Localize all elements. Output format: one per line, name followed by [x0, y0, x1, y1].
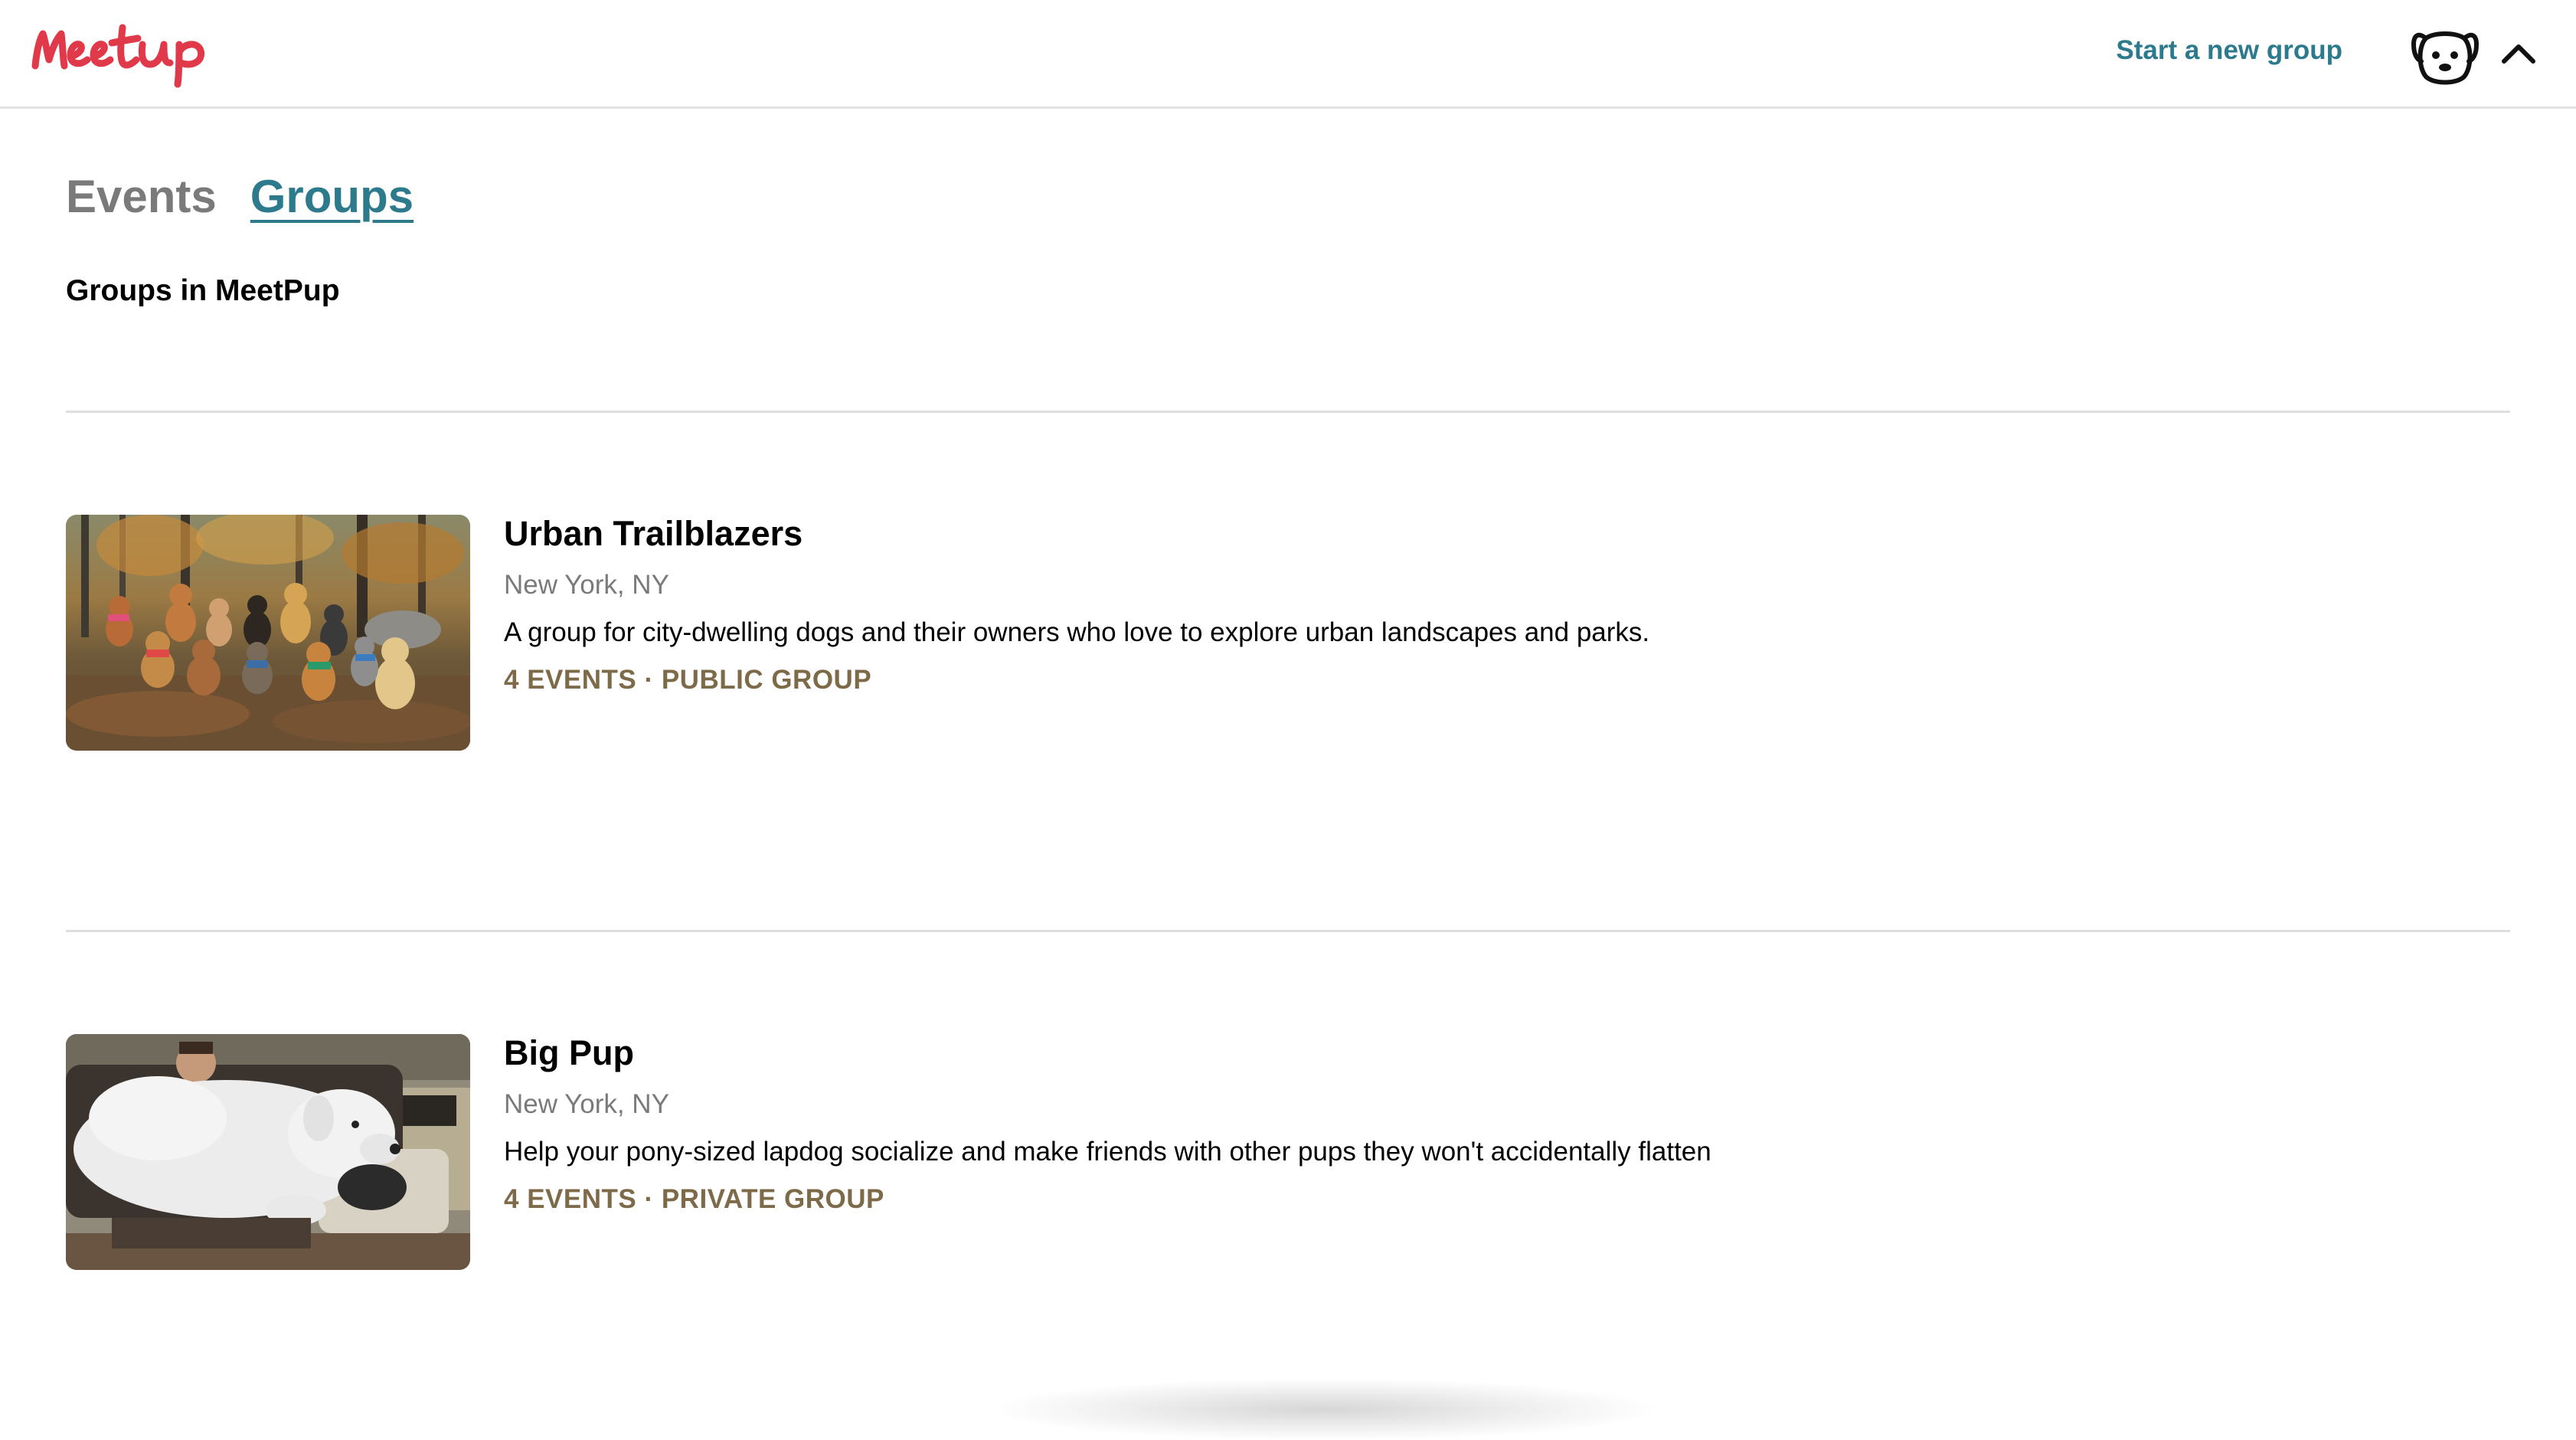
group-name[interactable]: Urban Trailblazers [504, 516, 803, 551]
dog-face-icon[interactable] [2411, 21, 2480, 87]
chevron-up-icon[interactable] [2499, 40, 2538, 67]
view-tabs: Events Groups [66, 172, 414, 222]
group-meta: 4 EVENTS · PRIVATE GROUP [504, 1184, 884, 1214]
top-nav-bar: Start a new group [0, 0, 2576, 109]
tab-events[interactable]: Events [66, 172, 217, 222]
group-description: Help your pony-sized lapdog socialize an… [504, 1137, 1711, 1167]
divider [66, 930, 2510, 932]
group-card[interactable]: Big Pup New York, NY Help your pony-size… [66, 1034, 2510, 1271]
group-location: New York, NY [504, 1089, 669, 1119]
large-white-dog-on-lap-photo-icon [66, 1034, 470, 1270]
group-name[interactable]: Big Pup [504, 1036, 634, 1070]
group-card[interactable]: Urban Trailblazers New York, NY A group … [66, 515, 2510, 752]
section-heading: Groups in MeetPup [66, 274, 340, 307]
divider [66, 411, 2510, 413]
group-image [66, 515, 470, 751]
group-meta: 4 EVENTS · PUBLIC GROUP [504, 665, 872, 695]
pack-of-dogs-in-forest-photo-icon [66, 515, 470, 751]
group-description: A group for city-dwelling dogs and their… [504, 617, 1650, 647]
group-location: New York, NY [504, 570, 669, 600]
tab-groups[interactable]: Groups [250, 172, 414, 222]
meetup-logo[interactable] [29, 12, 224, 89]
group-image [66, 1034, 470, 1270]
bottom-shadow [995, 1379, 1654, 1440]
start-new-group-link[interactable]: Start a new group [2116, 35, 2342, 66]
